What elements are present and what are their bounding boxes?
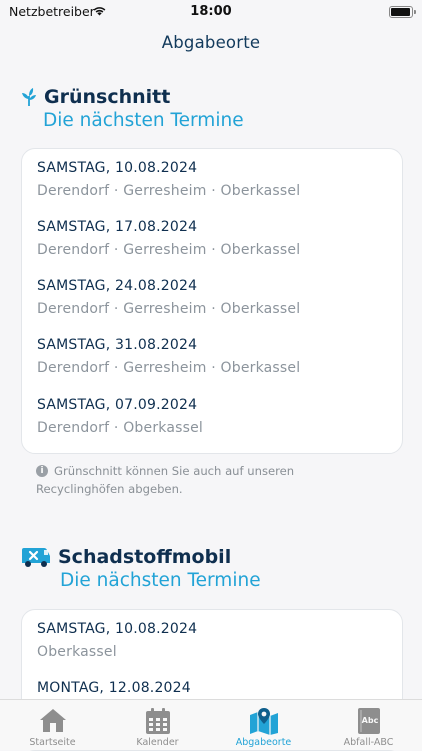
entry-places: Derendorf · Gerresheim · Oberkassel (37, 183, 301, 199)
tab-abgabeorte[interactable]: Abgabeorte (211, 700, 316, 750)
list-item[interactable]: SAMSTAG, 17.08.2024 Derendorf · Gerreshe… (37, 219, 387, 258)
tab-label: Abgabeorte (235, 737, 292, 748)
entry-places: Derendorf · Gerresheim · Oberkassel (37, 360, 301, 376)
list-item[interactable]: MONTAG, 12.08.2024 (37, 680, 387, 696)
gruenschnitt-subtitle: Die nächsten Termine (43, 110, 244, 131)
gruenschnitt-header: Grünschnitt (20, 86, 170, 108)
svg-text:Abc: Abc (361, 716, 378, 725)
entry-date: SAMSTAG, 24.08.2024 (37, 278, 198, 294)
schadstoffmobil-subtitle: Die nächsten Termine (60, 570, 261, 591)
entry-date: SAMSTAG, 10.08.2024 (37, 621, 198, 637)
status-bar: Netzbetreiber 18:00 (0, 0, 422, 26)
entry-places: Derendorf · Oberkassel (37, 420, 204, 436)
entry-places: Derendorf · Gerresheim · Oberkassel (37, 301, 301, 317)
tab-abfall-abc[interactable]: Abc Abfall-ABC (316, 700, 421, 750)
gruenschnitt-title: Grünschnitt (44, 86, 171, 108)
tab-startseite[interactable]: Startseite (0, 700, 105, 750)
entry-date: SAMSTAG, 31.08.2024 (37, 337, 198, 353)
entry-date: SAMSTAG, 07.09.2024 (37, 397, 198, 413)
home-icon (39, 709, 66, 732)
schadstoffmobil-header: Schadstoffmobil (20, 546, 231, 568)
battery-icon (389, 6, 416, 18)
page-title: Abgabeorte (161, 33, 261, 52)
entry-places: Derendorf · Gerresheim · Oberkassel (37, 242, 301, 258)
entry-date: SAMSTAG, 10.08.2024 (37, 160, 198, 176)
status-time: 18:00 (190, 4, 232, 19)
battery-level (391, 8, 410, 16)
hazard-truck-icon (22, 548, 50, 567)
schadstoffmobil-title: Schadstoffmobil (58, 546, 232, 568)
entry-date: SAMSTAG, 17.08.2024 (37, 219, 198, 235)
list-item[interactable]: SAMSTAG, 31.08.2024 Derendorf · Gerreshe… (37, 337, 387, 376)
gruenschnitt-note: Grünschnitt können Sie auch auf unseren … (36, 464, 295, 496)
tab-label: Abfall-ABC (343, 737, 394, 748)
map-pin-icon (249, 708, 278, 735)
list-item[interactable]: SAMSTAG, 24.08.2024 Derendorf · Gerreshe… (37, 278, 387, 317)
tab-label: Startseite (29, 737, 76, 748)
plant-icon (22, 88, 36, 106)
gruenschnitt-card: SAMSTAG, 10.08.2024 Derendorf · Gerreshe… (21, 148, 403, 454)
entry-date: MONTAG, 12.08.2024 (37, 680, 191, 696)
abc-book-icon: Abc (357, 708, 380, 734)
calendar-icon (145, 708, 170, 734)
entry-places: Oberkassel (37, 644, 117, 660)
tab-kalender[interactable]: Kalender (105, 700, 210, 750)
tab-label: Kalender (136, 737, 179, 748)
tab-bar: Startseite Kalender Abgabeorte Abc Abfal… (0, 699, 422, 750)
list-item[interactable]: SAMSTAG, 10.08.2024 Oberkassel (37, 621, 387, 660)
list-item[interactable]: SAMSTAG, 10.08.2024 Derendorf · Gerreshe… (37, 160, 387, 199)
list-item[interactable]: SAMSTAG, 07.09.2024 Derendorf · Oberkass… (37, 397, 387, 436)
